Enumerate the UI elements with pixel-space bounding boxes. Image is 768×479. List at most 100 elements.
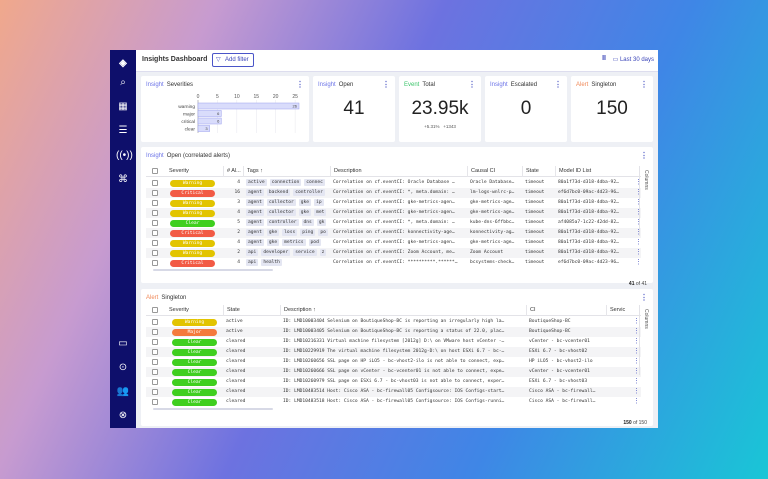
table-row[interactable]: Clear 5 agent controller dns gk Correlation on… [146,218,642,228]
row-checkbox[interactable] [152,180,158,186]
tag[interactable]: agent [246,209,264,216]
tag[interactable]: connec [304,179,325,186]
row-checkbox[interactable] [152,389,158,395]
row-checkbox[interactable] [152,349,158,355]
card-menu-icon[interactable]: ⋮ [468,80,476,89]
columns-panel-toggle[interactable]: Columns [639,305,653,375]
column-header[interactable]: Severity [166,305,223,316]
tag[interactable]: met [314,209,327,216]
tag[interactable]: po [318,229,328,236]
row-checkbox[interactable] [152,220,158,226]
list-icon[interactable]: ☰ [116,124,130,138]
row-menu-icon[interactable]: ⋮ [633,397,640,407]
tag[interactable]: backend [266,189,291,196]
column-header[interactable]: State [223,305,280,316]
tag[interactable]: agent [246,199,264,206]
search-icon[interactable]: ⌕ [116,76,130,90]
row-menu-icon[interactable]: ⋮ [635,238,642,248]
escalated-card[interactable]: Insight Escalated ⋮ 0 [485,76,567,142]
table-row[interactable]: Clear cleared ID: LMD10483514 Host: Cisco … [146,387,641,397]
tag[interactable]: api [246,259,259,266]
row-checkbox[interactable] [152,379,158,385]
tag[interactable]: metrics [282,239,306,246]
select-all-checkbox[interactable] [152,168,158,174]
add-filter-button[interactable]: ▽ Add filter [212,53,254,67]
table-row[interactable]: Warning 3 agent collector gke ip Correlation o… [146,198,642,208]
column-header[interactable]: State [522,166,555,177]
row-checkbox[interactable] [152,329,158,335]
table-row[interactable]: Clear cleared ID: LMD10260656 SSL page on … [146,357,641,367]
column-header[interactable]: Causal CI [467,166,522,177]
table-row[interactable]: Major active ID: LMD10003405 Selenium on B… [146,327,641,337]
columns-panel-toggle[interactable]: Columns [639,166,653,236]
tag[interactable]: health [261,259,282,266]
horizontal-scrollbar[interactable] [153,408,273,410]
table-row[interactable]: Warning 4 active connection connec Correlatio… [146,178,642,188]
tag[interactable]: z [319,249,327,256]
tag[interactable]: agent [246,229,264,236]
tag[interactable]: dns [301,219,314,226]
table-row[interactable]: Clear cleared ID: LMD10260979 SSL page on … [146,377,641,387]
open-card[interactable]: Insight Open ⋮ 41 [313,76,395,142]
tag[interactable]: gke [298,199,312,206]
row-checkbox[interactable] [152,230,158,236]
date-range-button[interactable]: ▭ Last 30 days [613,56,654,63]
tag[interactable]: ping [300,229,316,236]
account-icon[interactable]: ⊗ [116,409,130,423]
singleton-card[interactable]: Alert Singleton ⋮ 150 [571,76,653,142]
tag[interactable]: gke [266,239,280,246]
tag[interactable]: developer [261,249,291,256]
column-header[interactable]: CI [526,305,606,316]
horizontal-scrollbar[interactable] [153,269,273,271]
logo-icon[interactable]: ◈ [116,57,130,71]
table-row[interactable]: Critical 16 agent backend controller Correlat… [146,188,642,198]
tag[interactable]: active [246,179,267,186]
users-icon[interactable]: 👥 [116,385,130,399]
card-menu-icon[interactable]: ⋮ [640,293,648,302]
table-row[interactable]: Clear cleared ID: LMD10216331 Virtual mach… [146,337,641,347]
tag[interactable]: agent [246,239,264,246]
row-menu-icon[interactable]: ⋮ [635,248,642,258]
row-checkbox[interactable] [152,260,158,266]
column-header[interactable]: Servic [606,305,628,316]
table-row[interactable]: Critical 2 agent gke loss ping po Correlation o… [146,228,642,238]
row-checkbox[interactable] [152,240,158,246]
tag[interactable]: api [246,249,259,256]
table-row[interactable]: Warning active ID: LMD10003404 Selenium on… [146,317,641,327]
dashboards-icon[interactable]: ▦ [116,100,130,114]
row-checkbox[interactable] [152,250,158,256]
tag[interactable]: controller [266,219,299,226]
select-all-checkbox[interactable] [152,307,158,313]
column-header[interactable]: Description [330,166,467,177]
tag[interactable]: connection [269,179,302,186]
row-checkbox[interactable] [152,319,158,325]
row-menu-icon[interactable]: ⋮ [633,377,640,387]
tag[interactable]: controller [293,189,325,196]
table-row[interactable]: Warning 4 agent collector gke met Correlation … [146,208,642,218]
card-menu-icon[interactable]: ⋮ [382,80,390,89]
bar-warning[interactable] [197,102,300,110]
table-row[interactable]: Warning 2 api developer service z Correlation … [146,248,642,258]
signals-icon[interactable]: ((•)) [116,149,133,163]
table-row[interactable]: Clear cleared ID: LMD10229919 The virtual … [146,347,641,357]
table-row[interactable]: Clear cleared ID: LMD10483518 Host: Cisco … [146,397,641,407]
pause-button[interactable]: II [602,55,606,62]
tag[interactable]: agent [246,189,264,196]
card-menu-icon[interactable]: ⋮ [554,80,562,89]
row-checkbox[interactable] [152,339,158,345]
tag[interactable]: collector [266,199,296,206]
tag[interactable]: ip [314,199,324,206]
column-header[interactable]: Severity [166,166,223,177]
row-menu-icon[interactable]: ⋮ [633,387,640,397]
tag[interactable]: agent [246,219,264,226]
tag[interactable]: gke [266,229,280,236]
chat-icon[interactable]: ▭ [116,337,130,351]
row-checkbox[interactable] [152,369,158,375]
settings-icon[interactable]: ⊙ [116,361,130,375]
row-menu-icon[interactable]: ⋮ [635,258,642,268]
column-header[interactable]: Model ID List [555,166,630,177]
table-row[interactable]: Warning 4 agent gke metrics pod Correlation on… [146,238,642,248]
tag[interactable]: collector [266,209,296,216]
tag[interactable]: loss [282,229,298,236]
total-card[interactable]: Event Total ⋮ 23.95k +5.31% +1343 [399,76,481,142]
